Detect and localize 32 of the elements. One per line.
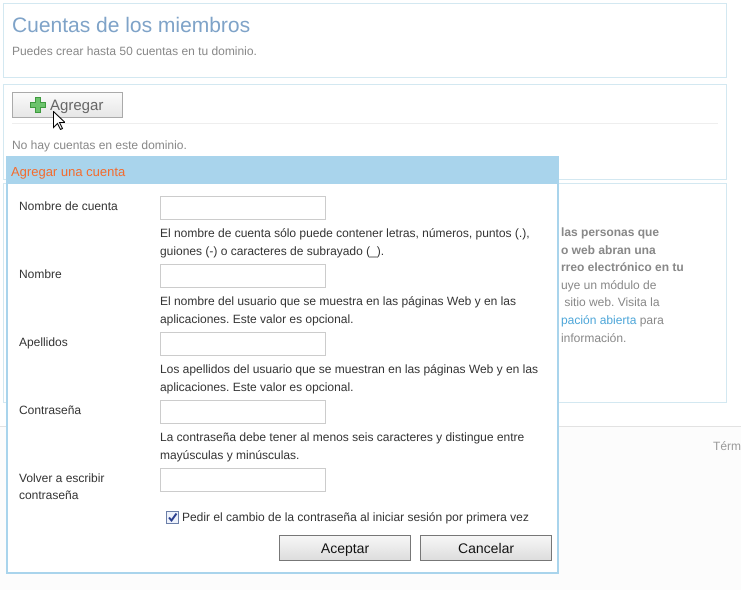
field-label: Volver a escribir contraseña <box>19 470 106 504</box>
field-hint: El nombre de cuenta sólo puede contener letras, números, puntos (.), guiones (-) o caracteres de subrayado (_). <box>160 225 531 260</box>
input-field[interactable] <box>160 332 326 356</box>
checkbox-label: Pedir el cambio de la contraseña al iniciar sesión por primera vez <box>182 509 529 526</box>
info-text: para <box>638 312 664 327</box>
input-field[interactable] <box>160 196 326 220</box>
page-title: Cuentas de los miembros <box>12 14 252 38</box>
plus-icon <box>30 97 46 113</box>
input-field[interactable] <box>160 468 326 492</box>
info-text: o web abran una <box>561 242 656 257</box>
input-field[interactable] <box>160 400 326 424</box>
empty-message: No hay cuentas en este dominio. <box>12 138 188 152</box>
info-text: las personas que <box>561 225 660 239</box>
field-hint: Los apellidos del usuario que se muestran en las páginas Web y en las aplicaciones. Este valor es opcional. <box>160 361 540 396</box>
info-text: uye un módulo de <box>561 278 656 292</box>
field-label: Contraseña <box>19 402 82 419</box>
info-text: sitio web. Visita la <box>563 295 660 310</box>
field-hint: La contraseña debe tener al menos seis caracteres y distingue entre mayúsculas y minúsculas. <box>160 429 526 464</box>
footer-link[interactable]: Térm <box>713 439 741 453</box>
field-label: Nombre de cuenta <box>19 198 119 215</box>
page-subtitle: Puedes crear hasta 50 cuentas en tu dominio. <box>12 44 258 58</box>
dialog-button[interactable]: Aceptar <box>279 535 411 561</box>
field-label: Nombre <box>19 266 63 283</box>
info-text: información. <box>561 330 626 345</box>
info-text: rreo electrónico en tu <box>561 260 684 274</box>
info-link[interactable]: pación abierta <box>561 312 636 327</box>
checkbox[interactable] <box>166 511 179 524</box>
input-field[interactable] <box>160 264 326 288</box>
field-hint: El nombre del usuario que se muestra en las páginas Web y en las aplicaciones. Este valor es opcional. <box>160 293 517 328</box>
field-label: Apellidos <box>19 334 69 351</box>
dialog-button[interactable]: Cancelar <box>420 535 552 561</box>
dialog-title: Agregar una cuenta <box>11 164 126 178</box>
